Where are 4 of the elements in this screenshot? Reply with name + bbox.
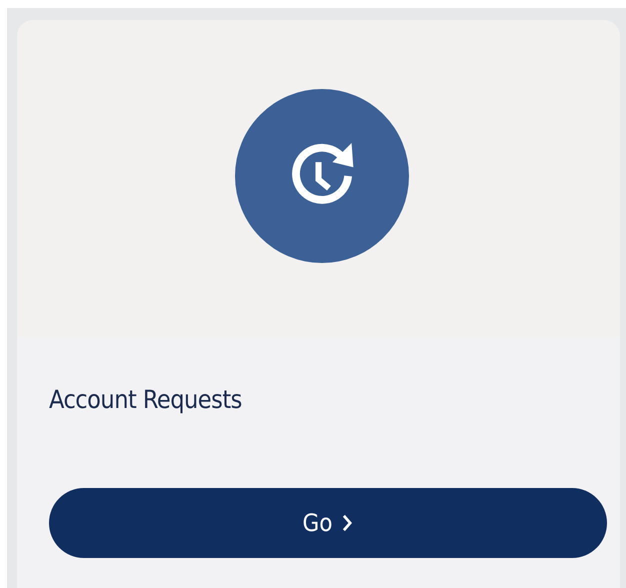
- chevron-icon: [342, 514, 354, 532]
- card-title: Account Requests: [49, 385, 242, 414]
- history-icon: [234, 89, 408, 263]
- go-button[interactable]: Go: [49, 488, 607, 558]
